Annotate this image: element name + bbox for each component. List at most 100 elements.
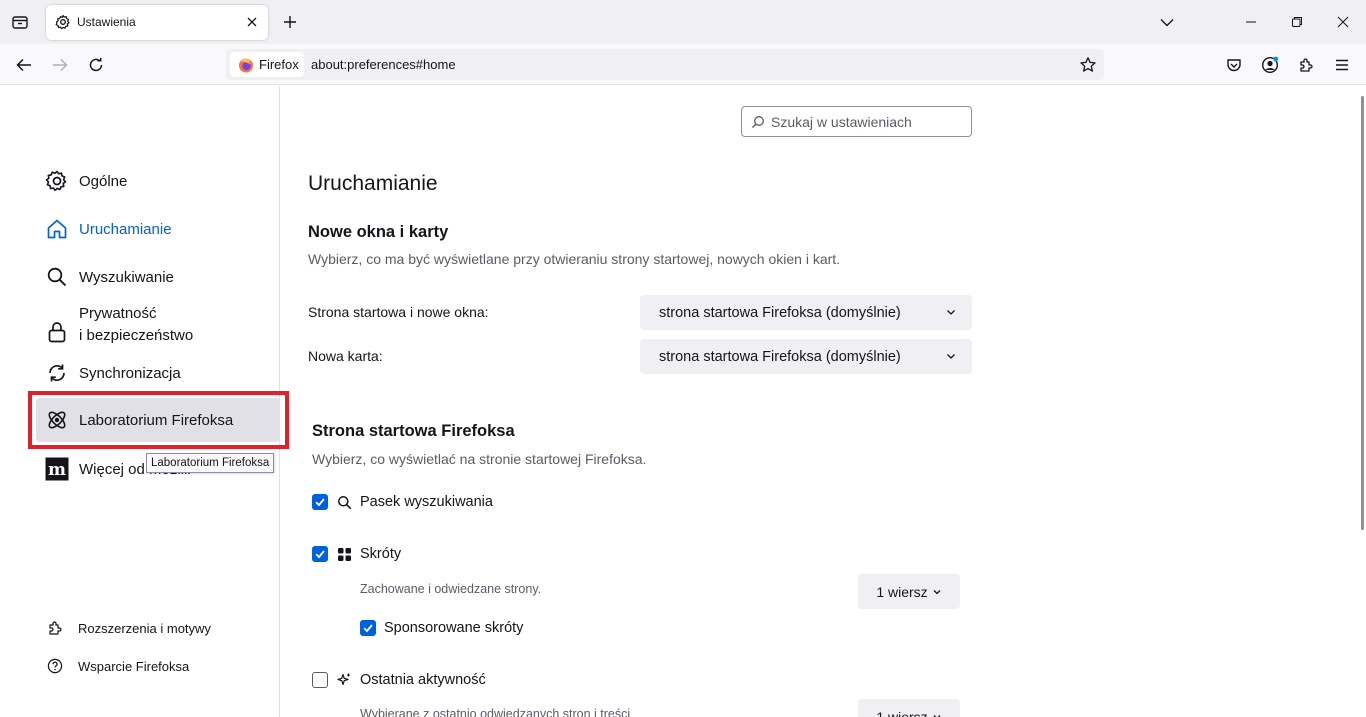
- reload-button[interactable]: [84, 53, 108, 77]
- shortcuts-label: Skróty: [360, 546, 402, 562]
- support-link-label: Wsparcie Firefoksa: [78, 658, 190, 674]
- sidebar-item-home[interactable]: Uruchamianie: [34, 214, 280, 244]
- section-title-home-content: Strona startowa Firefoksa: [312, 422, 515, 440]
- sidebar-item-label: Ogólne: [79, 172, 128, 190]
- search-bar-label: Pasek wyszukiwania: [360, 494, 493, 510]
- recent-activity-option[interactable]: Ostatnia aktywność: [312, 672, 486, 688]
- url-text[interactable]: about:preferences#home: [311, 57, 456, 72]
- sidebar-item-label: Uruchamianie: [79, 220, 172, 238]
- chevron-down-icon: [947, 354, 955, 359]
- sidebar-item-label-line2: i bezpieczeństwo: [79, 327, 194, 344]
- reload-icon: [89, 58, 103, 72]
- section-desc-new-windows: Wybierz, co ma być wyświetlane przy otwi…: [308, 251, 841, 267]
- recent-activity-checkbox[interactable]: [312, 672, 328, 688]
- extensions-button[interactable]: [1294, 53, 1318, 77]
- url-bar[interactable]: Firefox about:preferences#home: [226, 49, 1104, 80]
- identity-box[interactable]: Firefox: [230, 52, 304, 77]
- shortcuts-checkbox[interactable]: [312, 546, 328, 562]
- star-icon: [1080, 57, 1096, 72]
- bookmark-button[interactable]: [1078, 55, 1098, 75]
- chevron-down-icon: [933, 589, 941, 594]
- arrow-left-icon: [16, 58, 31, 72]
- tab-strip: Ustawienia: [0, 0, 1366, 44]
- minimize-button[interactable]: [1237, 8, 1265, 36]
- tab-overview-button[interactable]: [6, 9, 34, 35]
- svg-text:m: m: [48, 460, 66, 480]
- section-title-new-windows: Nowe okna i karty: [308, 223, 449, 241]
- newtab-select-value: strona startowa Firefoksa (domyślnie): [659, 348, 901, 365]
- chevron-down-icon: [1160, 18, 1174, 26]
- shortcuts-option[interactable]: Skróty: [312, 546, 401, 562]
- shortcuts-grid-icon: [336, 546, 352, 562]
- sidebar-item-label: Prywatność i bezpieczeństwo: [79, 303, 193, 347]
- search-bar-option[interactable]: Pasek wyszukiwania: [312, 494, 493, 510]
- help-icon: [46, 657, 64, 675]
- chevron-down-icon: [947, 310, 955, 315]
- mozilla-icon: m: [45, 457, 69, 481]
- arrow-right-icon: [53, 58, 68, 72]
- sponsored-shortcuts-option[interactable]: Sponsorowane skróty: [360, 620, 523, 636]
- sidebar-item-privacy[interactable]: Prywatność i bezpieczeństwo: [34, 302, 280, 348]
- puzzle-icon: [46, 619, 64, 637]
- recent-activity-rows-select[interactable]: 1 wiersz: [858, 699, 960, 717]
- sparkle-icon: [336, 672, 352, 688]
- search-icon: [336, 494, 352, 510]
- home-icon: [45, 217, 69, 241]
- restore-icon: [1292, 17, 1302, 27]
- sponsored-shortcuts-label: Sponsorowane skróty: [384, 620, 524, 636]
- checkmark-icon: [363, 624, 373, 633]
- sidebar-item-label-line1: Prywatność: [79, 305, 157, 322]
- homepage-select[interactable]: strona startowa Firefoksa (domyślnie): [640, 295, 972, 330]
- support-link[interactable]: Wsparcie Firefoksa: [46, 657, 189, 675]
- navigation-toolbar: Firefox about:preferences#home: [0, 44, 1366, 85]
- pocket-button[interactable]: [1222, 53, 1246, 77]
- settings-search-input[interactable]: [771, 113, 961, 130]
- window-close-button[interactable]: [1329, 8, 1357, 36]
- sidebar-item-sync[interactable]: Synchronizacja: [34, 358, 280, 388]
- page-title: Uruchamianie: [308, 172, 438, 195]
- sponsored-shortcuts-checkbox[interactable]: [360, 620, 376, 636]
- close-icon: [1337, 16, 1349, 28]
- back-button[interactable]: [12, 53, 36, 77]
- tab-close-button[interactable]: [243, 13, 261, 31]
- account-button[interactable]: [1258, 53, 1282, 77]
- shortcuts-rows-value: 1 wiersz: [876, 583, 928, 600]
- hamburger-icon: [1336, 59, 1348, 71]
- menu-button[interactable]: [1330, 53, 1354, 77]
- page-scrollbar[interactable]: [1361, 96, 1364, 530]
- sidebar-item-general[interactable]: Ogólne: [34, 166, 280, 196]
- firefox-logo-icon: [239, 58, 253, 72]
- search-icon: [752, 115, 764, 128]
- list-all-tabs-button[interactable]: [1157, 12, 1177, 32]
- gear-icon: [45, 169, 69, 193]
- restore-button[interactable]: [1283, 8, 1311, 36]
- search-bar-checkbox[interactable]: [312, 494, 328, 510]
- close-icon: [247, 17, 257, 27]
- forward-button[interactable]: [48, 53, 72, 77]
- categories-sidebar: Ogólne Uruchamianie Wyszukiwanie Prywatn…: [0, 86, 289, 717]
- identity-label: Firefox: [259, 57, 299, 72]
- sync-icon: [45, 361, 69, 385]
- recent-activity-rows-value: 1 wiersz: [876, 708, 928, 717]
- main-content: Uruchamianie Nowe okna i karty Wybierz, …: [281, 86, 1366, 717]
- account-icon: [1261, 56, 1279, 74]
- search-icon: [45, 265, 69, 289]
- section-desc-home-content: Wybierz, co wyświetlać na stronie starto…: [312, 451, 647, 467]
- tab-overview-icon: [12, 16, 28, 29]
- tab-settings[interactable]: Ustawienia: [46, 5, 268, 40]
- new-tab-button[interactable]: [280, 12, 300, 32]
- sidebar-item-search[interactable]: Wyszukiwanie: [34, 262, 280, 292]
- checkmark-icon: [315, 550, 325, 559]
- recent-activity-label: Ostatnia aktywność: [360, 672, 486, 688]
- settings-search-box[interactable]: [741, 106, 972, 137]
- shortcuts-rows-select[interactable]: 1 wiersz: [858, 574, 960, 609]
- minimize-icon: [1246, 21, 1256, 23]
- newtab-label: Nowa karta:: [308, 348, 383, 364]
- newtab-select[interactable]: strona startowa Firefoksa (domyślnie): [640, 339, 972, 374]
- sidebar-item-label: Synchronizacja: [79, 364, 181, 382]
- addons-link[interactable]: Rozszerzenia i motywy: [46, 619, 211, 637]
- checkmark-icon: [315, 498, 325, 507]
- addons-link-label: Rozszerzenia i motywy: [78, 620, 211, 636]
- sidebar-item-label: Wyszukiwanie: [79, 268, 174, 286]
- shortcuts-desc: Zachowane i odwiedzane strony.: [360, 582, 542, 596]
